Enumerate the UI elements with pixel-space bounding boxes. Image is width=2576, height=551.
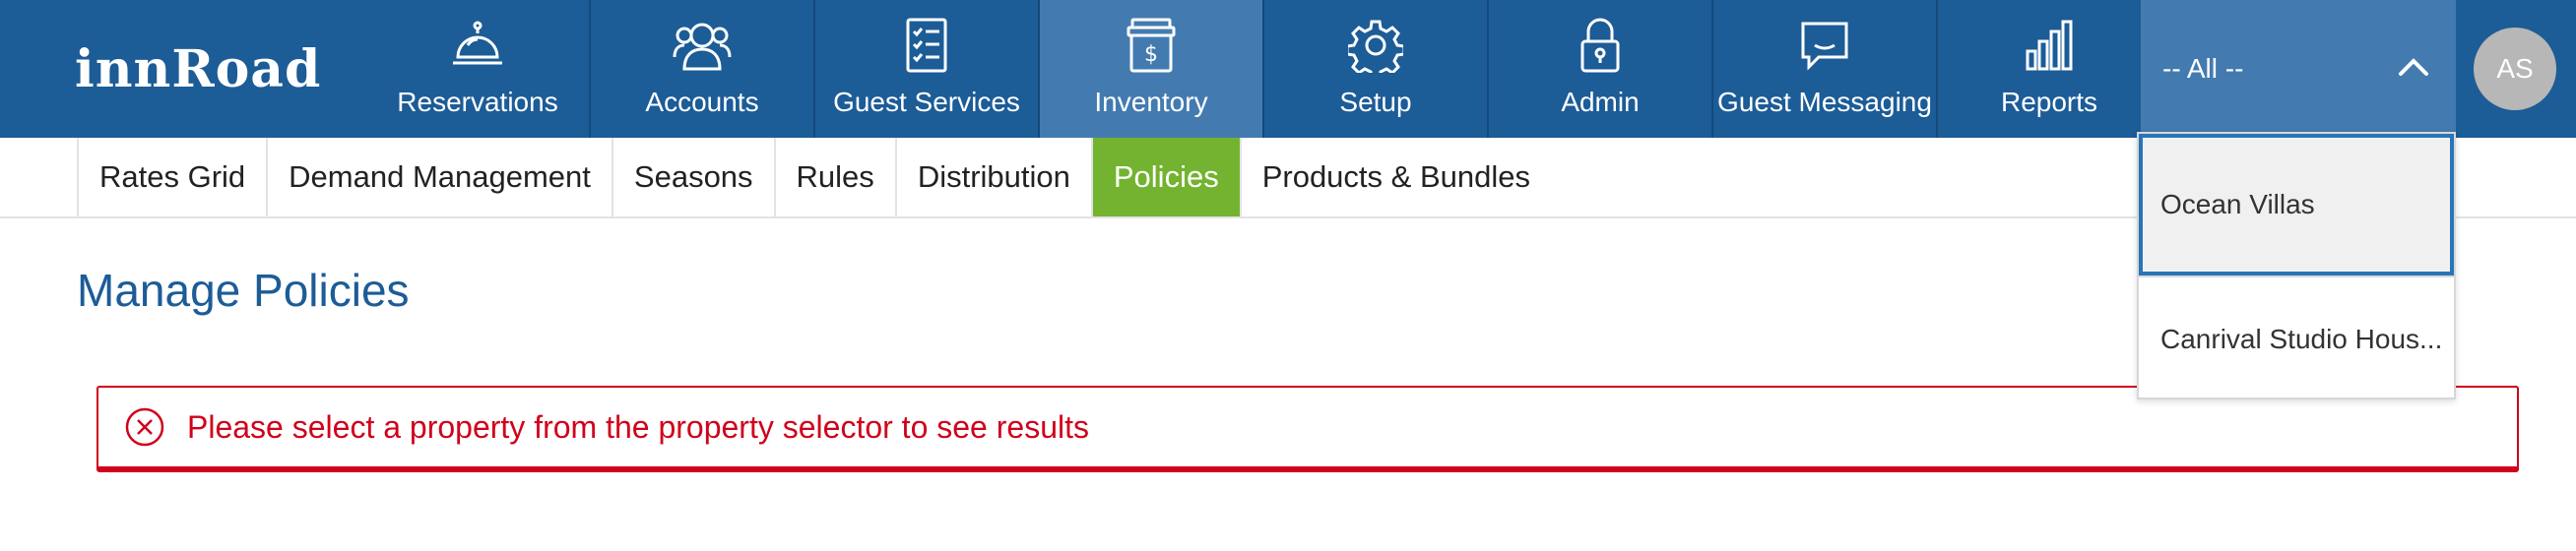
- nav-accounts[interactable]: Accounts: [591, 0, 815, 138]
- alert-message: Please select a property from the proper…: [187, 408, 1089, 445]
- bar-chart-icon: [2018, 14, 2081, 77]
- nav-guest-services[interactable]: Guest Services: [815, 0, 1040, 138]
- checklist-icon: [895, 14, 958, 77]
- nav-label: Reports: [2000, 87, 2098, 117]
- nav-label: Admin: [1561, 87, 1640, 117]
- page-title: Manage Policies: [77, 265, 410, 316]
- nav-label: Guest Services: [833, 87, 1020, 117]
- tab-rates-grid[interactable]: Rates Grid: [79, 138, 269, 216]
- service-bell-icon: [446, 14, 509, 77]
- tab-demand-management[interactable]: Demand Management: [268, 138, 613, 216]
- nav-label: Accounts: [645, 87, 759, 117]
- property-selector-value: -- All --: [2162, 53, 2244, 84]
- tab-seasons[interactable]: Seasons: [613, 138, 776, 216]
- property-dropdown-menu: Ocean Villas Canrival Studio Hous...: [2137, 132, 2456, 399]
- users-icon: [671, 14, 734, 77]
- nav-admin[interactable]: Admin: [1489, 0, 1713, 138]
- gear-icon: [1344, 14, 1407, 77]
- nav-reservations[interactable]: Reservations: [366, 0, 591, 138]
- nav-inventory[interactable]: $ Inventory: [1040, 0, 1264, 138]
- nav-setup[interactable]: Setup: [1264, 0, 1489, 138]
- inventory-box-icon: $: [1120, 14, 1183, 77]
- nav-label: Setup: [1339, 87, 1412, 117]
- nav-label: Reservations: [397, 87, 558, 117]
- innroad-logo[interactable]: innRoad: [0, 0, 366, 138]
- tab-policies[interactable]: Policies: [1092, 138, 1242, 216]
- nav-guest-messaging[interactable]: Guest Messaging: [1713, 0, 1938, 138]
- svg-text:$: $: [1144, 42, 1158, 67]
- user-avatar[interactable]: AS: [2474, 28, 2556, 110]
- nav-label: Inventory: [1094, 87, 1208, 117]
- nav-reports[interactable]: Reports: [1938, 0, 2162, 138]
- error-circle-x-icon: [124, 406, 165, 448]
- subnav-tabs: Rates Grid Demand Management Seasons Rul…: [77, 138, 1551, 216]
- lock-icon: [1569, 14, 1632, 77]
- chat-icon: [1793, 14, 1856, 77]
- property-selector[interactable]: -- All --: [2141, 0, 2456, 138]
- tab-rules[interactable]: Rules: [776, 138, 897, 216]
- chevron-up-icon[interactable]: [2397, 56, 2430, 83]
- tab-distribution[interactable]: Distribution: [897, 138, 1093, 216]
- property-option-canrival-studio[interactable]: Canrival Studio Hous...: [2139, 276, 2454, 401]
- property-option-ocean-villas[interactable]: Ocean Villas: [2139, 134, 2454, 276]
- tab-products-bundles[interactable]: Products & Bundles: [1242, 138, 1551, 216]
- nav-label: Guest Messaging: [1717, 87, 1932, 117]
